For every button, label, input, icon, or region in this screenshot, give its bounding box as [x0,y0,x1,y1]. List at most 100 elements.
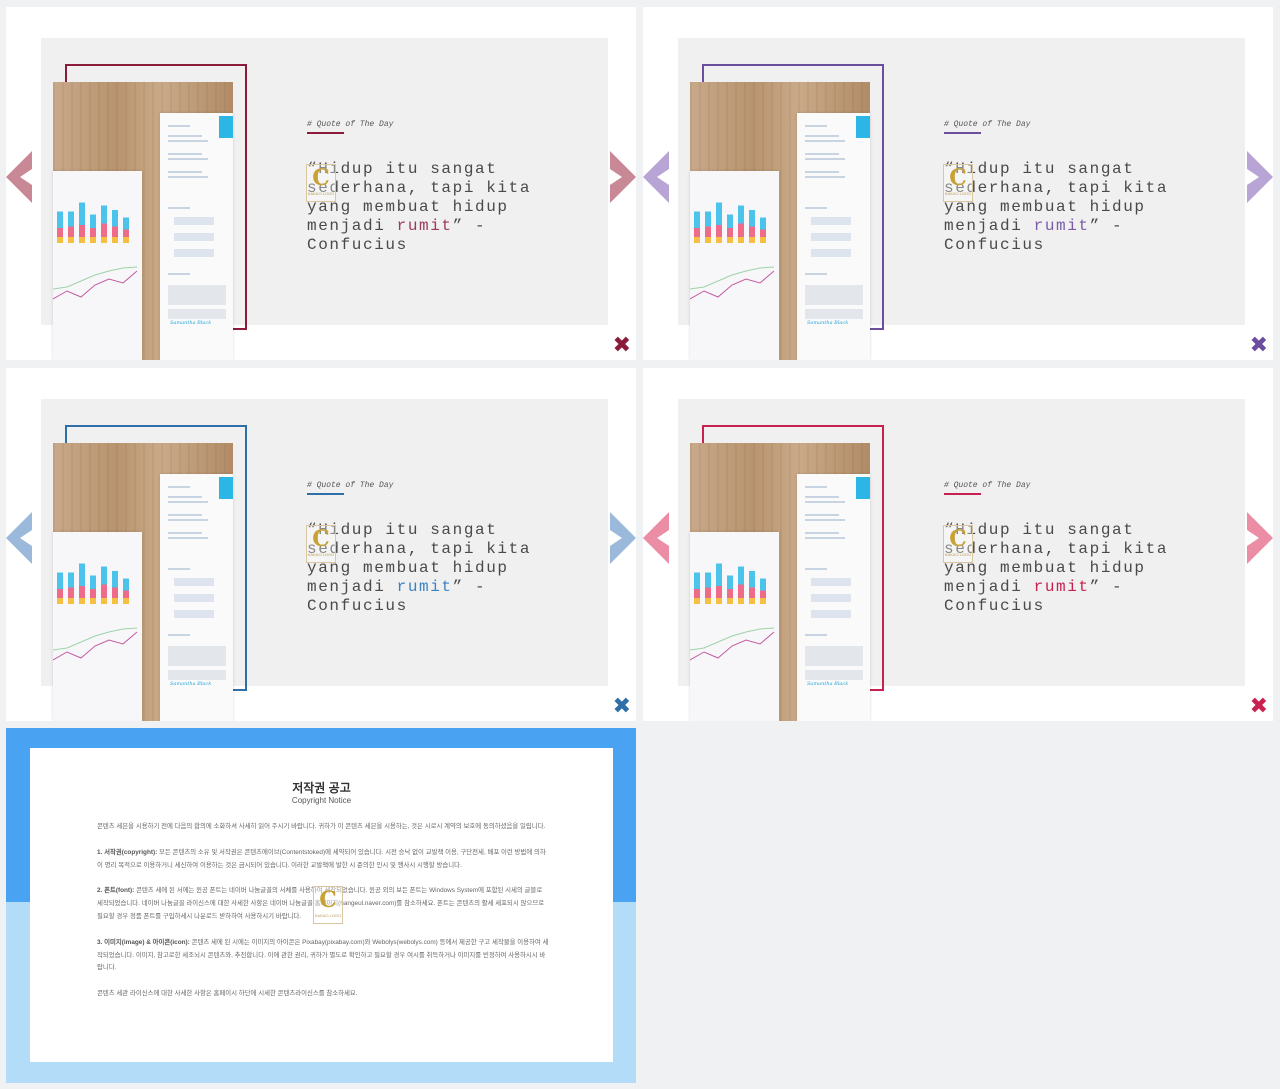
chart-bar [705,237,711,243]
quote-highlight: rumit [1033,217,1090,235]
chart-bar [123,598,129,604]
chart-bar [123,229,129,237]
watermark-logo: C KAKAO LOGO [943,164,973,202]
resume-document: Samantha Black [797,474,870,721]
watermark-text: KAKAO LOGO [307,552,335,557]
chart-bar [68,598,74,604]
chart-bar [68,572,74,588]
chart-bar [57,211,63,228]
resume-header-block [219,116,233,138]
chart-bar [112,226,118,237]
resume-document: Samantha Black [160,113,233,360]
resume-header-block [856,477,870,499]
chart-bar [760,598,766,604]
chart-bar [90,237,96,243]
chart-bar [749,587,755,598]
quote-slide[interactable]: Samantha Black # Quote of The Day “Hidup… [6,7,636,360]
watermark-text: KAKAO LOGO [944,191,972,196]
chart-bar [716,598,722,604]
chart-bar [90,228,96,237]
chart-bar [705,587,711,598]
copyright-outro: 콘텐츠 세관 라이신스에 대한 사세한 사항은 홈페이시 하단에 시세한 콘텐츠… [97,990,358,998]
chart-bar [112,210,118,227]
chart-bar [760,590,766,598]
chevron-left-icon[interactable] [643,512,669,564]
resume-header-block [219,477,233,499]
chart-bar [738,598,744,604]
section-text: 모든 콘텐츠의 소유 및 서작권은 콘텐츠에이브(Contentstoked)에… [97,848,546,869]
quote-tag: # Quote of The Day [307,120,394,129]
quote-text: “Hidup itu sangat sederhana, tapi kita y… [307,521,567,616]
chevron-right-icon[interactable] [610,151,636,203]
section-heading: 2. 폰트(font): [97,887,135,895]
chart-bar [79,563,85,586]
chart-bar [738,223,744,237]
copyright-title: 저작권 공고 [292,781,351,795]
chart-bar [749,598,755,604]
chevron-right-icon[interactable] [1247,151,1273,203]
quote-slide[interactable]: Samantha Black # Quote of The Day “Hidup… [643,368,1273,721]
chart-paper [690,171,779,360]
chart-line [53,627,138,651]
close-x-icon[interactable]: ✖ [613,335,631,357]
chart-bar [694,598,700,604]
watermark-letter: C [949,526,967,552]
watermark-logo: C KAKAO LOGO [306,525,336,563]
quote-text: “Hidup itu sangat sederhana, tapi kita y… [944,521,1204,616]
copyright-section-1: 1. 서작권(copyright): 모든 콘텐츠의 소유 및 서작권은 콘텐츠… [97,847,549,873]
resume-signature: Samantha Black [170,681,212,687]
quote-tag: # Quote of The Day [307,481,394,490]
quote-highlight: rumit [396,217,453,235]
chart-bar [101,598,107,604]
chart-bar [101,205,107,224]
resume-signature: Samantha Black [807,320,849,326]
close-x-icon[interactable]: ✖ [1250,696,1268,718]
quote-slide[interactable]: Samantha Black # Quote of The Day “Hidup… [643,7,1273,360]
quote-tag: # Quote of The Day [944,120,1031,129]
paper-chart [53,563,138,661]
copyright-panel: 저작권 공고 Copyright Notice 콘텐츠 세븐을 시용하기 전에 … [30,748,613,1062]
chart-bar [738,584,744,598]
chevron-left-icon[interactable] [643,151,669,203]
chart-bar [694,228,700,237]
quote-text: “Hidup itu sangat sederhana, tapi kita y… [944,160,1204,255]
chevron-right-icon[interactable] [1247,512,1273,564]
close-x-icon[interactable]: ✖ [1250,335,1268,357]
chart-bar [749,210,755,227]
section-heading: 3. 이미지(image) & 아이콘(icon): [97,938,190,946]
chart-bar [112,571,118,588]
chevron-right-icon[interactable] [610,512,636,564]
chart-bar [79,598,85,604]
chart-bar [112,237,118,243]
chart-bar [760,217,766,230]
wood-desk-photo: Samantha Black [690,82,870,360]
watermark-logo: C KAKAO LOGO [943,525,973,563]
chart-bar [79,225,85,237]
chart-bar [738,566,744,585]
quote-highlight: rumit [1033,578,1090,596]
chart-bar [705,226,711,237]
chevron-left-icon[interactable] [6,151,32,203]
quote-slide[interactable]: Samantha Black # Quote of The Day “Hidup… [6,368,636,721]
close-x-icon[interactable]: ✖ [613,696,631,718]
chevron-left-icon[interactable] [6,512,32,564]
chart-bar [68,211,74,227]
quote-tag: # Quote of The Day [944,481,1031,490]
chart-line [690,266,775,290]
chart-bar [705,572,711,588]
watermark-text: KAKAO LOGO [314,913,342,918]
chart-bar [705,598,711,604]
chart-line [53,266,138,290]
resume-document: Samantha Black [797,113,870,360]
copyright-subtitle: Copyright Notice [291,796,352,805]
watermark-letter: C [949,165,967,191]
chart-bar [68,587,74,598]
chart-bar [716,237,722,243]
chart-bar [760,578,766,591]
wood-desk-photo: Samantha Black [53,443,233,721]
resume-signature: Samantha Black [807,681,849,687]
section-heading: 1. 서작권(copyright): [97,848,158,856]
chart-bar [727,214,733,228]
chart-bar [57,598,63,604]
chart-bar [101,223,107,237]
